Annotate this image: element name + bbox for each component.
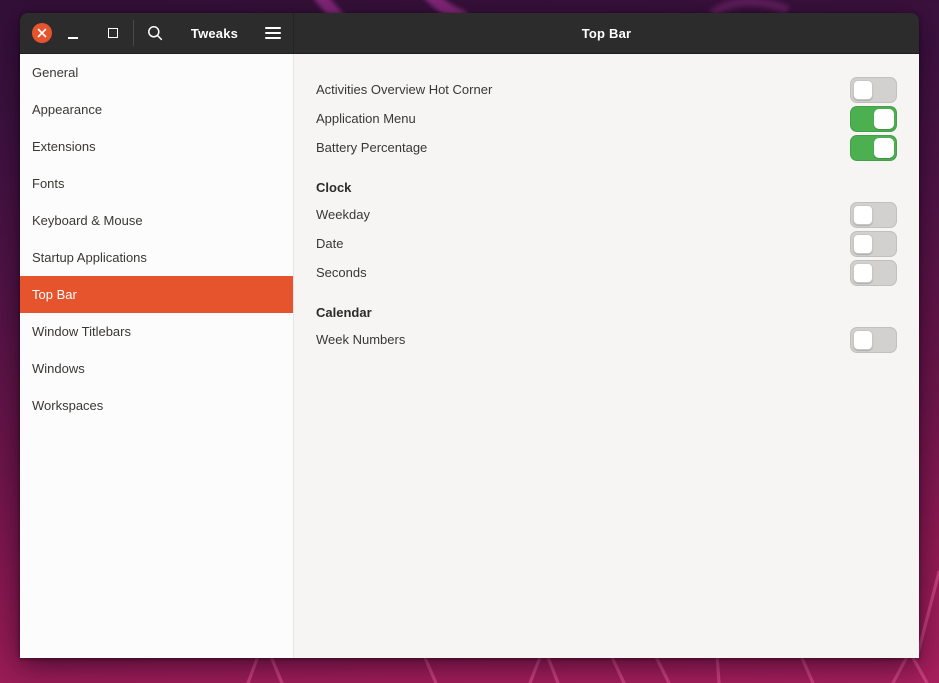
hamburger-menu-icon[interactable] [265,27,281,39]
setting-row-week-numbers: Week Numbers [316,325,897,354]
setting-row-battery-percentage: Battery Percentage [316,133,897,162]
sidebar-item-top-bar[interactable]: Top Bar [20,276,293,313]
setting-row-activities-overview-hot-corner: Activities Overview Hot Corner [316,75,897,104]
header-right-pane: Top Bar [294,13,919,53]
sidebar-item-label: General [32,65,79,80]
window-body: General Appearance Extensions Fonts Keyboard… [20,54,919,658]
setting-label: Activities Overview Hot Corner [316,82,493,97]
section-header: Clock [316,180,352,195]
toggle-knob [853,79,873,100]
sidebar-item-label: Keyboard & Mouse [32,213,143,228]
toggle-seconds[interactable] [850,259,897,286]
sidebar-item-label: Window Titlebars [32,324,131,339]
toggle-knob [874,108,894,129]
settings-panel: Activities Overview Hot Corner Applicatio… [294,54,919,658]
setting-label: Week Numbers [316,332,406,347]
header-left-pane: Tweaks [20,13,294,53]
toggle-week-numbers[interactable] [850,326,897,353]
search-icon[interactable] [146,24,164,42]
toggle-knob [874,137,894,158]
sidebar-item-label: Windows [32,361,85,376]
toggle-knob [853,262,873,283]
section-header: Calendar [316,305,372,320]
toggle-battery-percentage[interactable] [850,134,897,161]
sidebar-item-workspaces[interactable]: Workspaces [20,387,293,424]
sidebar-item-general[interactable]: General [20,54,293,91]
sidebar-item-label: Appearance [32,102,103,117]
app-title: Tweaks [190,25,239,41]
sidebar-item-label: Top Bar [32,287,77,302]
toggle-knob [853,204,873,225]
close-icon[interactable] [32,23,52,43]
sidebar-item-label: Extensions [32,139,96,154]
tweaks-window: Tweaks Top Bar General Appearance Extensio… [20,13,919,658]
toggle-knob [853,329,873,350]
sidebar-item-fonts[interactable]: Fonts [20,165,293,202]
settings-section-calendar: Calendar Week Numbers [316,300,897,354]
setting-label: Weekday [316,207,370,222]
sidebar-item-startup-applications[interactable]: Startup Applications [20,239,293,276]
page-title: Top Bar [581,25,632,41]
toggle-activities-overview-hot-corner[interactable] [850,76,897,103]
toggle-knob [853,233,873,254]
sidebar: General Appearance Extensions Fonts Keyboard… [20,54,294,658]
header-divider [133,20,134,46]
sidebar-item-window-titlebars[interactable]: Window Titlebars [20,313,293,350]
setting-row-date: Date [316,229,897,258]
setting-label: Date [316,236,344,251]
sidebar-item-extensions[interactable]: Extensions [20,128,293,165]
toggle-application-menu[interactable] [850,105,897,132]
setting-row-application-menu: Application Menu [316,104,897,133]
sidebar-item-label: Workspaces [32,398,104,413]
sidebar-item-keyboard-mouse[interactable]: Keyboard & Mouse [20,202,293,239]
settings-section-clock: Clock Weekday Date Seconds [316,175,897,287]
setting-label: Seconds [316,265,367,280]
minimize-icon[interactable] [68,28,78,39]
maximize-icon[interactable] [108,28,118,38]
setting-label: Application Menu [316,111,416,126]
toggle-weekday[interactable] [850,201,897,228]
setting-row-seconds: Seconds [316,258,897,287]
settings-section: Activities Overview Hot Corner Applicatio… [316,75,897,162]
sidebar-item-appearance[interactable]: Appearance [20,91,293,128]
setting-label: Battery Percentage [316,140,428,155]
sidebar-item-windows[interactable]: Windows [20,350,293,387]
sidebar-item-label: Startup Applications [32,250,147,265]
setting-row-weekday: Weekday [316,200,897,229]
toggle-date[interactable] [850,230,897,257]
sidebar-item-label: Fonts [32,176,65,191]
header-bar: Tweaks Top Bar [20,13,919,54]
